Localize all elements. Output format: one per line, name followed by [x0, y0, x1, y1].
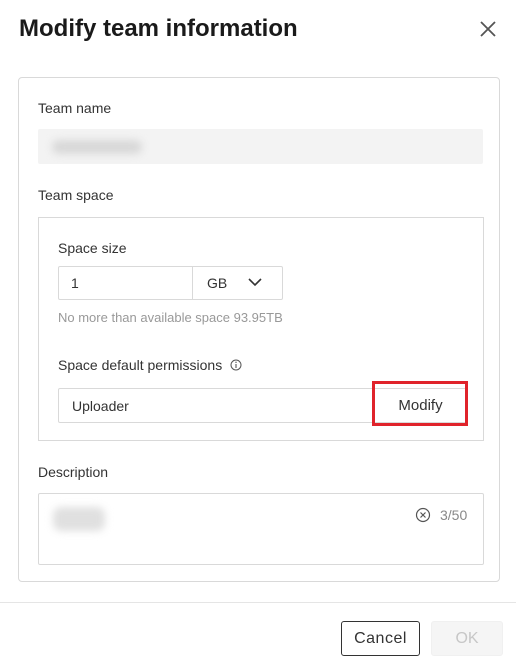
footer-divider: [0, 602, 516, 603]
space-size-label: Space size: [58, 240, 127, 256]
permissions-label-row: Space default permissions: [58, 356, 242, 374]
team-space-section: Space size 1 GB No more than available s…: [38, 217, 484, 441]
modify-permissions-button[interactable]: Modify: [373, 388, 467, 423]
unit-select[interactable]: GB: [192, 266, 283, 300]
description-value-redacted: [53, 507, 105, 531]
dialog-title: Modify team information: [19, 15, 298, 42]
space-size-input[interactable]: 1: [58, 266, 193, 300]
cancel-button[interactable]: Cancel: [341, 621, 420, 656]
info-icon[interactable]: [230, 359, 242, 371]
description-textarea[interactable]: 3/50: [38, 493, 484, 565]
close-button[interactable]: [476, 17, 500, 41]
clear-icon[interactable]: [415, 507, 431, 523]
space-limit-hint: No more than available space 93.95TB: [58, 310, 283, 325]
permissions-value: Uploader: [72, 398, 129, 414]
team-name-field: [38, 129, 483, 164]
team-name-label: Team name: [38, 100, 112, 116]
team-space-label: Team space: [38, 187, 114, 203]
character-counter: 3/50: [440, 507, 468, 523]
chevron-down-icon: [248, 278, 262, 287]
ok-button[interactable]: OK: [431, 621, 503, 656]
description-label: Description: [38, 464, 109, 480]
permissions-label: Space default permissions: [58, 357, 223, 373]
close-icon: [480, 21, 496, 37]
form-card: Team name Team space Space size 1 GB No …: [18, 77, 500, 582]
permissions-field: Uploader Modify: [58, 388, 468, 423]
unit-selected-value: GB: [207, 275, 228, 291]
modify-team-dialog: Modify team information Team name Team s…: [0, 0, 516, 669]
team-name-value-redacted: [52, 140, 142, 154]
